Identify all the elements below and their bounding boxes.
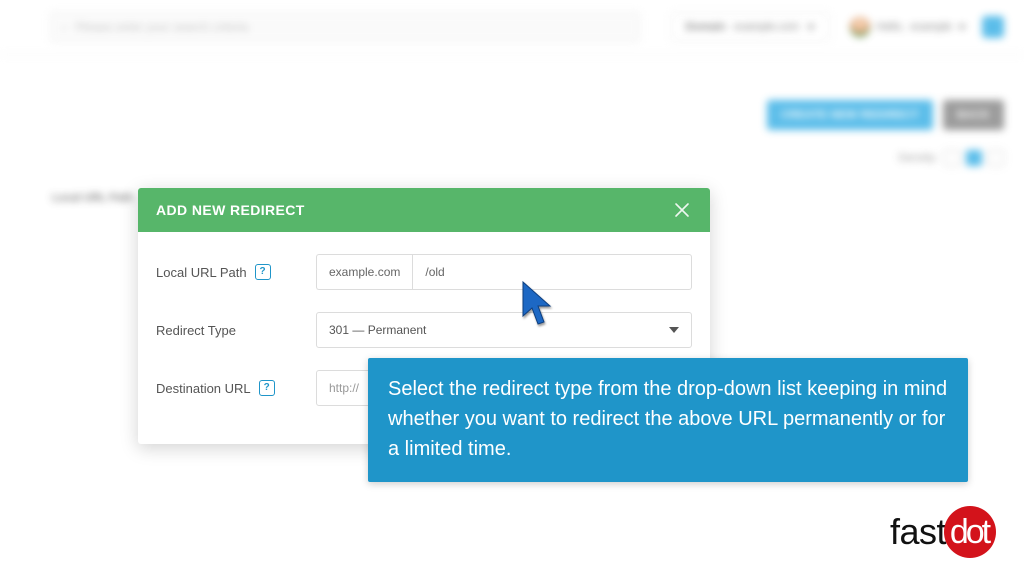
- hello-prefix: Hello,: [876, 21, 904, 33]
- help-icon[interactable]: ?: [255, 264, 271, 280]
- density-option[interactable]: [944, 150, 960, 166]
- menu-button[interactable]: [982, 16, 1004, 38]
- search-icon: ⌕: [61, 20, 68, 35]
- search-input[interactable]: ⌕ Please enter your search criteria: [50, 12, 640, 42]
- cursor-icon: [520, 280, 556, 328]
- density-label: Density:: [898, 152, 938, 164]
- domain-selector[interactable]: Domain example.com: [671, 12, 831, 42]
- chevron-down-icon: [807, 25, 815, 30]
- create-new-redirect-button[interactable]: CREATE NEW REDIRECT: [767, 100, 933, 130]
- chevron-down-icon: [669, 327, 679, 333]
- brand-text-a: fast: [890, 511, 946, 553]
- local-url-prefix: example.com: [316, 254, 412, 290]
- column-header-local-url: Local URL Path: [52, 192, 133, 204]
- local-url-label: Local URL Path: [156, 265, 247, 280]
- search-placeholder: Please enter your search criteria: [76, 20, 249, 34]
- back-button[interactable]: BACK: [943, 100, 1004, 130]
- chevron-down-icon: [958, 25, 966, 30]
- brand-logo: fast dot: [890, 506, 996, 558]
- avatar: [850, 17, 870, 37]
- modal-title: ADD NEW REDIRECT: [156, 202, 305, 218]
- help-icon[interactable]: ?: [259, 380, 275, 396]
- domain-label: Domain: [686, 21, 726, 33]
- density-option[interactable]: [966, 150, 982, 166]
- instruction-callout: Select the redirect type from the drop-d…: [368, 358, 968, 482]
- redirect-type-select[interactable]: 301 — Permanent: [316, 312, 692, 348]
- redirect-type-label: Redirect Type: [156, 323, 236, 338]
- density-option[interactable]: [988, 150, 1004, 166]
- close-icon[interactable]: [672, 200, 692, 220]
- domain-value: example.com: [734, 21, 799, 33]
- brand-text-b: dot: [950, 513, 988, 552]
- hello-user: example: [910, 21, 952, 33]
- redirect-type-value: 301 — Permanent: [329, 323, 426, 337]
- user-menu[interactable]: Hello, example: [850, 17, 966, 37]
- destination-url-label: Destination URL: [156, 381, 251, 396]
